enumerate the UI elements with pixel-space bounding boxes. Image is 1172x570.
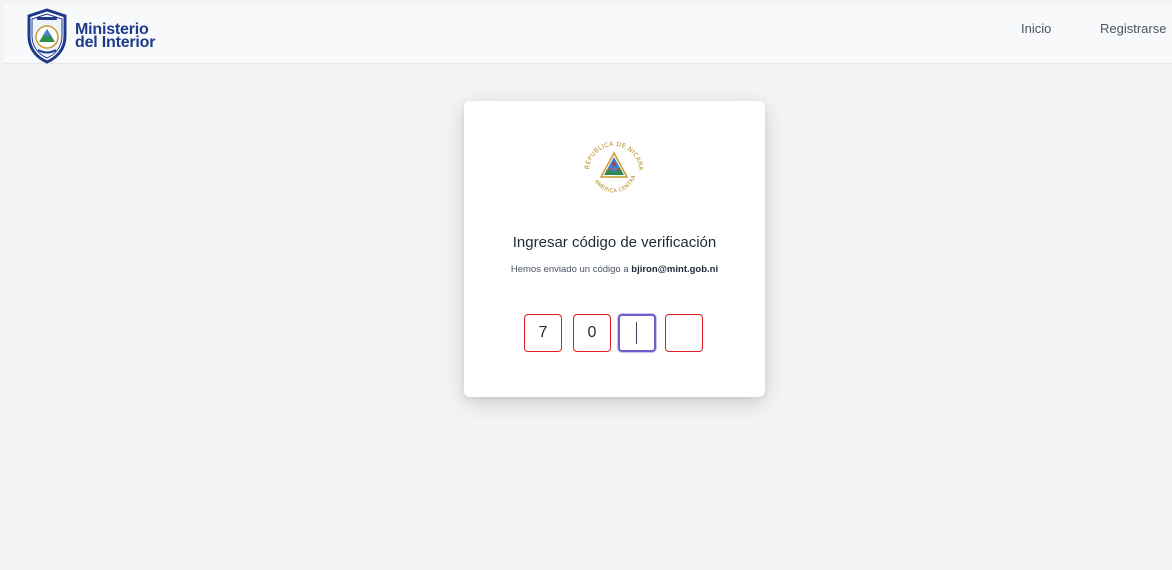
brand-logo[interactable]: Ministerio del Interior bbox=[25, 8, 155, 64]
sent-code-prefix: Hemos enviado un código a bbox=[510, 264, 632, 275]
ministry-shield-icon bbox=[27, 8, 67, 64]
sent-code-message: Hemos enviado un código a bjiron@mint.go… bbox=[464, 264, 765, 275]
nav-link-registrarse[interactable]: Registrarse bbox=[1100, 21, 1166, 36]
code-digit-1[interactable] bbox=[524, 314, 562, 352]
code-digit-4[interactable] bbox=[665, 314, 703, 352]
nav-link-inicio[interactable]: Inicio bbox=[1021, 21, 1051, 36]
code-digit-2[interactable] bbox=[573, 314, 611, 352]
brand-name: Ministerio del Interior bbox=[75, 22, 156, 51]
code-digit-3[interactable] bbox=[618, 314, 656, 352]
recipient-email: bjiron@mint.gob.ni bbox=[631, 264, 719, 275]
text-cursor bbox=[636, 322, 637, 344]
page-title: Ingresar código de verificación bbox=[512, 234, 717, 251]
top-navbar: Ministerio del Interior Inicio Registrar… bbox=[4, 4, 1172, 64]
brand-line-2: del Interior bbox=[75, 34, 156, 51]
verification-card: REPUBLICA DE NICARAGUA AMERICA CENTRAL I… bbox=[464, 101, 765, 397]
nicaragua-coat-of-arms-icon: REPUBLICA DE NICARAGUA AMERICA CENTRAL bbox=[579, 133, 644, 195]
